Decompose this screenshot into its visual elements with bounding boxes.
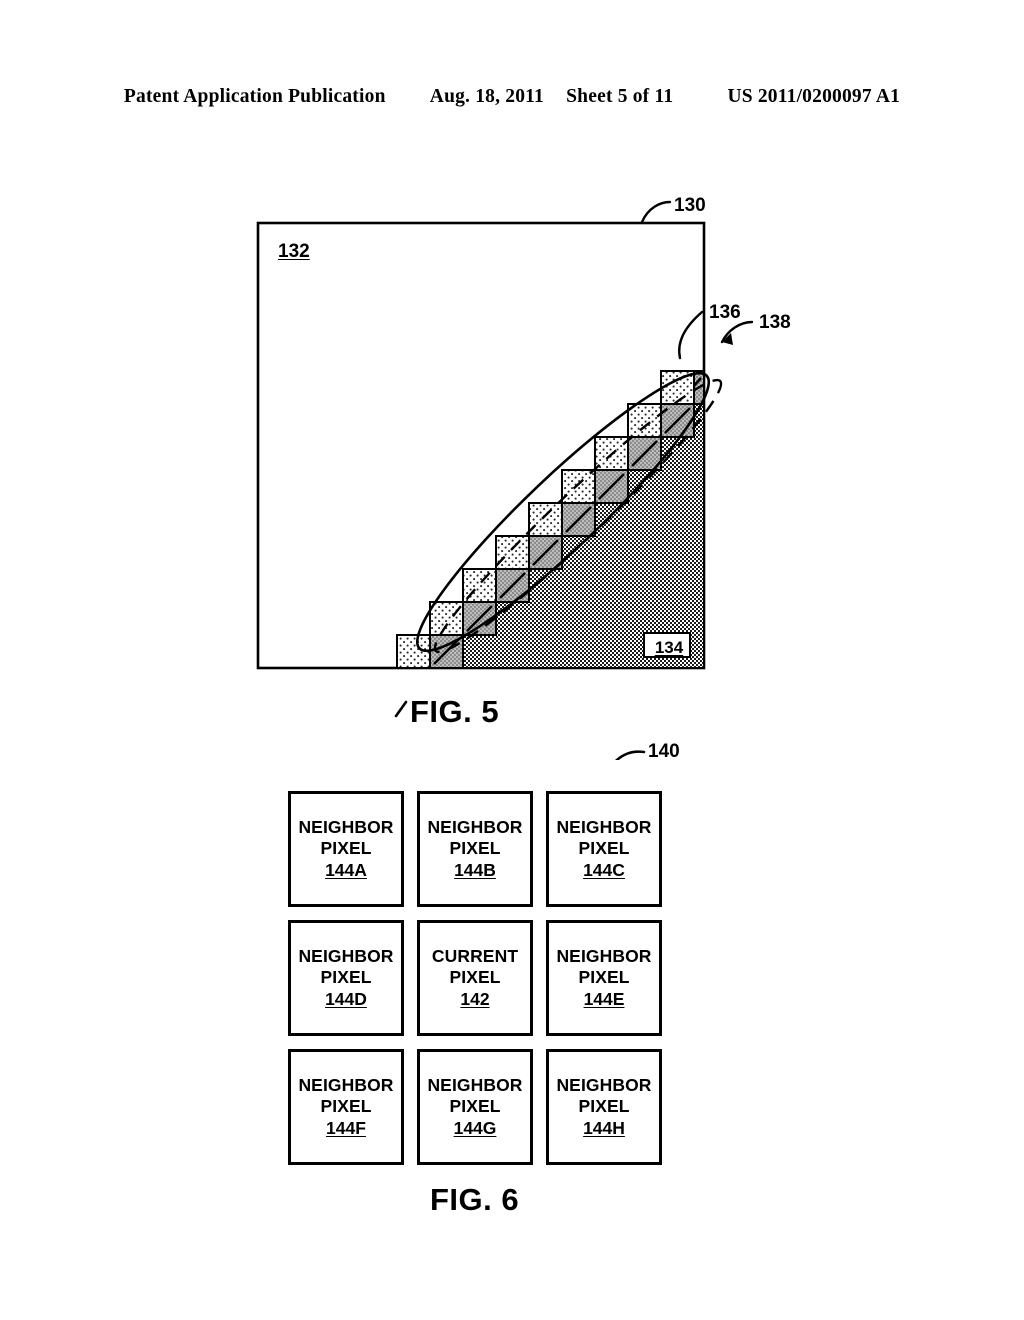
figure-6-pixel-grid: NEIGHBOR PIXEL 144A NEIGHBOR PIXEL 144B … bbox=[288, 791, 662, 1165]
pixel-ref: 144G bbox=[453, 1118, 497, 1138]
pixel-label-line1: NEIGHBOR bbox=[427, 1075, 523, 1095]
neighbor-pixel-144d: NEIGHBOR PIXEL 144D bbox=[288, 920, 404, 1036]
neighbor-pixel-144a: NEIGHBOR PIXEL 144A bbox=[288, 791, 404, 907]
pixel-ref: 144F bbox=[326, 1118, 366, 1138]
edge-cell bbox=[627, 403, 662, 438]
ref-numeral-136: 136 bbox=[709, 302, 741, 323]
pixel-ref: 144C bbox=[583, 860, 625, 880]
pixel-label-line1: NEIGHBOR bbox=[556, 817, 652, 837]
pixel-label-line1: NEIGHBOR bbox=[427, 817, 523, 837]
edge-cell bbox=[561, 469, 596, 504]
pixel-label-line2: PIXEL bbox=[578, 1096, 630, 1116]
pixel-ref: 144A bbox=[325, 860, 367, 880]
neighbor-pixel-144h: NEIGHBOR PIXEL 144H bbox=[546, 1049, 662, 1165]
transition-cell bbox=[594, 469, 629, 504]
pixel-label-line1: NEIGHBOR bbox=[556, 946, 652, 966]
transition-cell bbox=[561, 502, 596, 537]
ref-numeral-140: 140 bbox=[648, 741, 680, 762]
neighbor-pixel-144g: NEIGHBOR PIXEL 144G bbox=[417, 1049, 533, 1165]
pixel-label-line1: NEIGHBOR bbox=[298, 817, 394, 837]
ref-numeral-134-box: 134 bbox=[643, 632, 691, 658]
pixel-label-line1: NEIGHBOR bbox=[298, 1075, 394, 1095]
pixel-label-line1: CURRENT bbox=[431, 946, 519, 966]
transition-cell bbox=[495, 568, 530, 603]
pixel-ref: 144B bbox=[454, 860, 496, 880]
pixel-label-line2: PIXEL bbox=[449, 838, 501, 858]
pixel-ref: 144D bbox=[325, 989, 367, 1009]
pixel-label-line2: PIXEL bbox=[449, 967, 501, 987]
pixel-ref: 144E bbox=[583, 989, 625, 1009]
pixel-label-line1: NEIGHBOR bbox=[298, 946, 394, 966]
transition-cell bbox=[528, 535, 563, 570]
pixel-label-line2: PIXEL bbox=[320, 1096, 372, 1116]
neighbor-pixel-144e: NEIGHBOR PIXEL 144E bbox=[546, 920, 662, 1036]
neighbor-pixel-144f: NEIGHBOR PIXEL 144F bbox=[288, 1049, 404, 1165]
ref-numeral-130: 130 bbox=[674, 195, 706, 216]
ref-numeral-138: 138 bbox=[759, 312, 791, 333]
leader-arrow-140 bbox=[615, 750, 646, 760]
leader-line-130 bbox=[640, 200, 672, 224]
neighbor-pixel-144b: NEIGHBOR PIXEL 144B bbox=[417, 791, 533, 907]
edge-cell bbox=[528, 502, 563, 537]
edge-cell bbox=[495, 535, 530, 570]
pixel-label-line2: PIXEL bbox=[578, 967, 630, 987]
ref-numeral-132: 132 bbox=[278, 241, 310, 262]
pixel-label-line1: NEIGHBOR bbox=[556, 1075, 652, 1095]
leader-arrow-138 bbox=[720, 320, 754, 345]
current-pixel-142: CURRENT PIXEL 142 bbox=[417, 920, 533, 1036]
pixel-ref: 142 bbox=[460, 989, 490, 1009]
neighbor-pixel-144c: NEIGHBOR PIXEL 144C bbox=[546, 791, 662, 907]
pixel-label-line2: PIXEL bbox=[578, 838, 630, 858]
figure-5-caption: FIG. 5 bbox=[410, 694, 500, 729]
ref-numeral-134: 134 bbox=[654, 638, 684, 657]
edge-cell bbox=[429, 601, 464, 636]
pixel-label-line2: PIXEL bbox=[449, 1096, 501, 1116]
pixel-label-line2: PIXEL bbox=[320, 967, 372, 987]
pixel-ref: 144H bbox=[583, 1118, 625, 1138]
caption-tick-mark bbox=[394, 700, 408, 718]
figure-5: 130 132 136 138 134 FIG. 5 140 bbox=[0, 0, 1024, 762]
figure-5-drawing bbox=[256, 200, 754, 760]
pixel-label-line2: PIXEL bbox=[320, 838, 372, 858]
figure-6-caption: FIG. 6 bbox=[430, 1182, 520, 1217]
